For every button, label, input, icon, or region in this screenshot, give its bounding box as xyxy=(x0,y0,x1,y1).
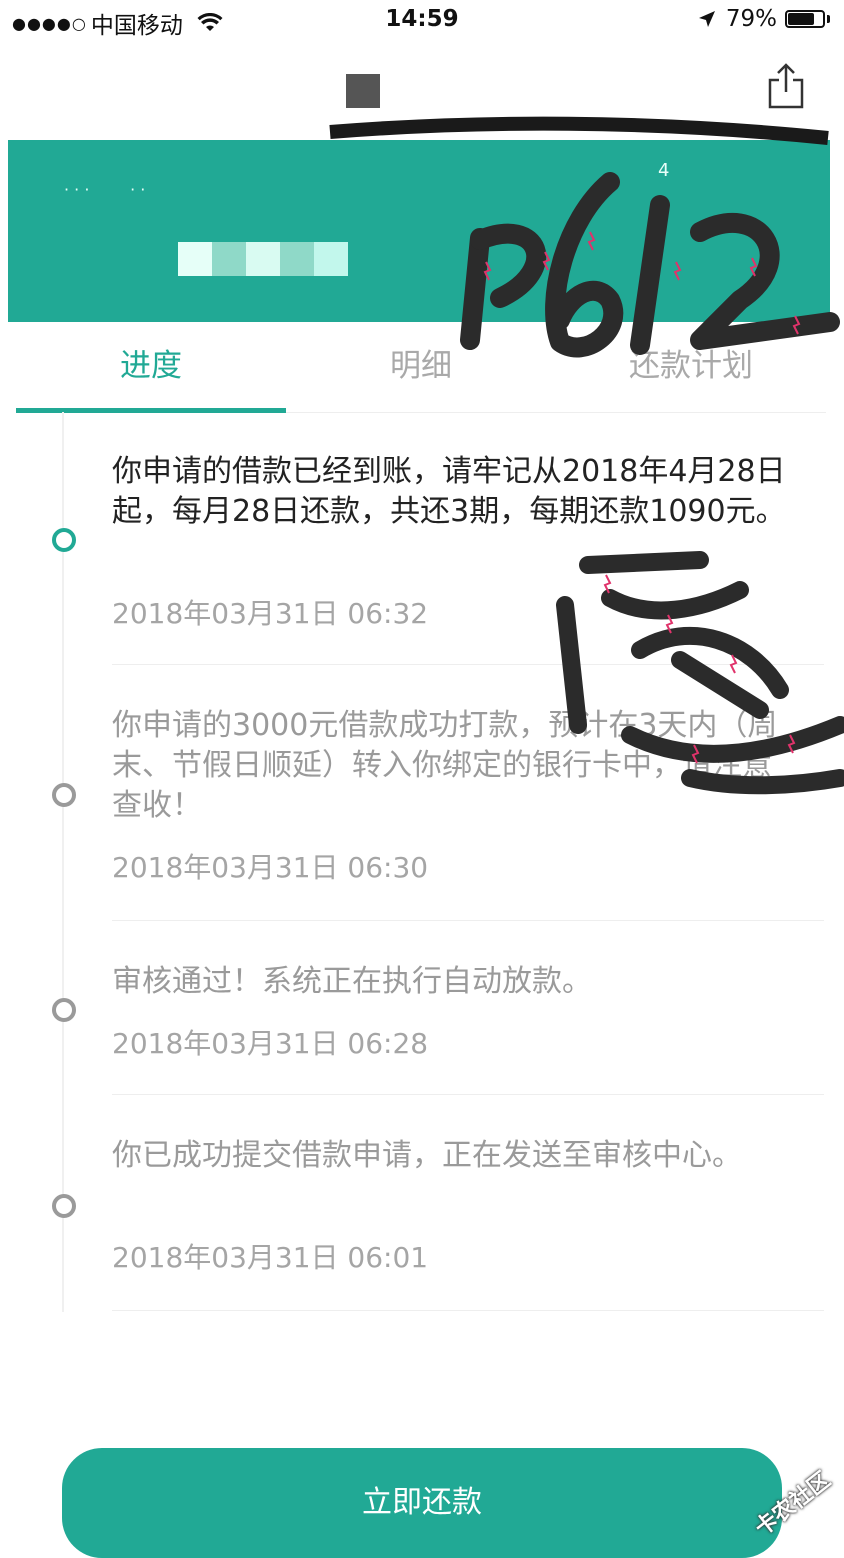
event-message: 你已成功提交借款申请，正在发送至审核中心。 xyxy=(112,1138,742,1173)
event-divider xyxy=(112,1094,824,1095)
timeline-dot-icon xyxy=(52,528,76,552)
battery-percent: 79% xyxy=(725,6,777,32)
nav-title-redacted xyxy=(346,74,380,108)
event-time: 2018年03月31日 06:30 xyxy=(112,851,429,884)
nav-bar xyxy=(0,42,844,138)
tab-details[interactable]: 明细 xyxy=(286,322,556,412)
redaction-pixel xyxy=(212,242,246,276)
status-bar: ●●●●○ 中国移动 14:59 79% xyxy=(0,0,844,42)
header-redacted-text: · · · · · xyxy=(64,180,146,199)
redaction-pixel xyxy=(178,242,212,276)
timeline-dot-icon xyxy=(52,783,76,807)
share-icon[interactable] xyxy=(764,62,808,110)
tab-bar: 进度 明细 还款计划 xyxy=(16,322,826,413)
battery-icon xyxy=(785,10,825,28)
event-message: 审核通过！系统正在执行自动放款。 xyxy=(112,964,592,999)
timeline-dot-icon xyxy=(52,998,76,1022)
event-message: 你申请的借款已经到账，请牢记从2018年4月28日起，每月28日还款，共还3期，… xyxy=(112,454,786,529)
event-divider xyxy=(112,920,824,921)
timeline-dot-icon xyxy=(52,1194,76,1218)
event-time: 2018年03月31日 06:01 xyxy=(112,1241,429,1274)
battery-cap xyxy=(827,15,830,23)
redaction-pixel xyxy=(280,242,314,276)
header-small-text: 4 xyxy=(658,160,670,181)
event-divider xyxy=(112,664,824,665)
amount-redacted xyxy=(178,242,348,276)
event-message: 你申请的3000元借款成功打款，预计在3天内（周末、节假日顺延）转入你绑定的银行… xyxy=(112,708,778,823)
tab-progress[interactable]: 进度 xyxy=(16,322,286,413)
tab-repayment-plan[interactable]: 还款计划 xyxy=(556,322,826,412)
event-divider xyxy=(112,1310,824,1311)
event-time: 2018年03月31日 06:32 xyxy=(112,597,429,630)
redaction-pixel xyxy=(314,242,348,276)
status-right: 79% xyxy=(698,6,830,32)
location-arrow-icon xyxy=(698,11,715,27)
battery-level xyxy=(788,13,815,25)
event-time: 2018年03月31日 06:28 xyxy=(112,1027,429,1060)
account-header: · · · · · 4 xyxy=(8,140,830,322)
redaction-pixel xyxy=(246,242,280,276)
repay-now-button[interactable]: 立即还款 xyxy=(62,1448,782,1558)
